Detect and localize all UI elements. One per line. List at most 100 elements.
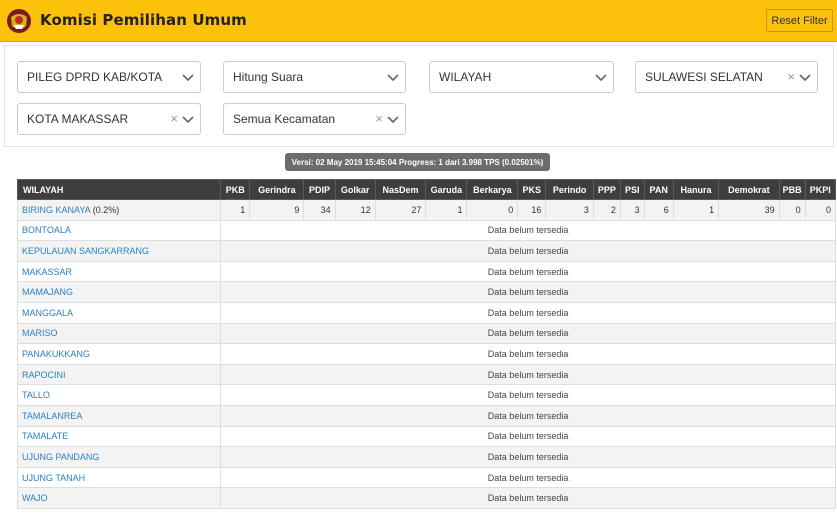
column-header: Hanura [672, 179, 720, 200]
region-link[interactable]: UJUNG TANAH [16, 466, 222, 489]
clear-icon[interactable]: × [170, 112, 178, 126]
table-row: TAMALANREA Data belum tersedia [16, 404, 836, 427]
region-link[interactable]: RAPOCINI [16, 363, 222, 386]
region-link[interactable]: MARISO [16, 322, 222, 345]
version-badge: Versi: 02 May 2019 15:45:04 Progress: 1 … [285, 153, 550, 171]
table-row: MANGGALA Data belum tersedia [16, 301, 836, 324]
vote-count: 1 [425, 199, 468, 221]
region-link[interactable]: KEPULAUAN SANGKARRANG [16, 240, 222, 262]
select-value: WILAYAH [439, 70, 492, 84]
no-data-cell: Data belum tersedia [220, 219, 836, 242]
table-row: WAJO Data belum tersedia [16, 487, 836, 509]
column-header: WILAYAH [16, 179, 222, 200]
table-row: RAPOCINI Data belum tersedia [16, 363, 836, 386]
vote-count: 3 [619, 199, 645, 221]
column-header: Perindo [545, 179, 594, 200]
column-header: PPP [592, 179, 621, 200]
province-select[interactable]: SULAWESI SELATAN × [635, 61, 818, 93]
column-header: Demokrat [718, 179, 780, 200]
vote-count: 1 [672, 199, 720, 221]
app-title: Komisi Pemilihan Umum [40, 11, 247, 29]
count-type-select[interactable]: Hitung Suara [223, 61, 406, 93]
district-select[interactable]: Semua Kecamatan × [223, 103, 406, 135]
column-header: Berkarya [466, 179, 519, 200]
no-data-cell: Data belum tersedia [220, 446, 836, 468]
no-data-cell: Data belum tersedia [220, 487, 836, 509]
vote-count: 16 [517, 199, 547, 221]
vote-count: 0 [778, 199, 806, 221]
region-link[interactable]: PANAKUKKANG [16, 343, 222, 365]
column-header: PKS [517, 179, 547, 200]
vote-count: 34 [303, 199, 336, 221]
region-link[interactable]: BIRING KANAYA (0.2%) [16, 199, 222, 221]
table-row: TALLO Data belum tersedia [16, 384, 836, 406]
no-data-cell: Data belum tersedia [220, 384, 836, 406]
election-type-select[interactable]: PILEG DPRD KAB/KOTA [17, 61, 201, 93]
region-link[interactable]: MAMAJANG [16, 281, 222, 303]
top-bar: Komisi Pemilihan Umum Reset Filter [0, 0, 837, 42]
vote-count: 6 [643, 199, 674, 221]
select-value: Semua Kecamatan [233, 112, 336, 126]
table-row: TAMALATE Data belum tersedia [16, 425, 836, 448]
chevron-down-icon [799, 74, 811, 82]
table-row: MAMAJANG Data belum tersedia [16, 281, 836, 303]
column-header: Garuda [425, 179, 468, 200]
region-link[interactable]: TAMALATE [16, 425, 222, 448]
vote-count: 27 [374, 199, 427, 221]
table-row: UJUNG PANDANG Data belum tersedia [16, 446, 836, 468]
results-table-body: BIRING KANAYA (0.2%) 1 9 34 12 27 1 0 16… [16, 199, 837, 509]
no-data-cell: Data belum tersedia [220, 281, 836, 303]
column-header: PBB [778, 179, 806, 200]
column-header: PKB [220, 179, 251, 200]
region-link[interactable]: MANGGALA [16, 301, 222, 324]
vote-count: 3 [545, 199, 594, 221]
column-header: NasDem [374, 179, 427, 200]
column-header: PAN [643, 179, 674, 200]
no-data-cell: Data belum tersedia [220, 363, 836, 386]
chevron-down-icon [595, 74, 607, 82]
region-link[interactable]: WAJO [16, 487, 222, 509]
region-name[interactable]: BIRING KANAYA [22, 205, 90, 215]
region-link[interactable]: TAMALANREA [16, 404, 222, 427]
column-header: PSI [619, 179, 645, 200]
region-link[interactable]: MAKASSAR [16, 260, 222, 283]
select-value: KOTA MAKASSAR [27, 112, 129, 126]
region-link[interactable]: UJUNG PANDANG [16, 446, 222, 468]
table-row: PANAKUKKANG Data belum tersedia [16, 343, 836, 365]
table-row: MAKASSAR Data belum tersedia [16, 260, 836, 283]
select-value: Hitung Suara [233, 70, 304, 84]
no-data-cell: Data belum tersedia [220, 466, 836, 489]
select-value: SULAWESI SELATAN [645, 70, 763, 84]
no-data-cell: Data belum tersedia [220, 260, 836, 283]
table-row: BIRING KANAYA (0.2%) 1 9 34 12 27 1 0 16… [16, 199, 837, 221]
column-header: PKPI [804, 179, 837, 200]
clear-icon[interactable]: × [375, 112, 383, 126]
chevron-down-icon [387, 74, 399, 82]
no-data-cell: Data belum tersedia [220, 343, 836, 365]
column-header: Gerindra [249, 179, 305, 200]
table-row: BONTOALA Data belum tersedia [16, 219, 836, 242]
chevron-down-icon [182, 116, 194, 124]
no-data-cell: Data belum tersedia [220, 425, 836, 448]
table-row: KEPULAUAN SANGKARRANG Data belum tersedia [16, 240, 836, 262]
vote-count: 0 [804, 199, 837, 221]
city-select[interactable]: KOTA MAKASSAR × [17, 103, 201, 135]
chevron-down-icon [182, 74, 194, 82]
table-row: UJUNG TANAH Data belum tersedia [16, 466, 836, 489]
no-data-cell: Data belum tersedia [220, 322, 836, 345]
no-data-cell: Data belum tersedia [220, 240, 836, 262]
column-header: Golkar [334, 179, 376, 200]
region-link[interactable]: BONTOALA [16, 219, 222, 242]
vote-count: 0 [466, 199, 519, 221]
chevron-down-icon [387, 116, 399, 124]
region-mode-select[interactable]: WILAYAH [429, 61, 614, 93]
clear-icon[interactable]: × [787, 70, 795, 84]
vote-count: 39 [718, 199, 780, 221]
no-data-cell: Data belum tersedia [220, 301, 836, 324]
kpu-logo-icon [7, 9, 31, 33]
results-table: WILAYAH PKB Gerindra PDIP Golkar NasDem … [16, 179, 837, 509]
column-header: PDIP [303, 179, 336, 200]
table-row: MARISO Data belum tersedia [16, 322, 836, 345]
reset-filter-button[interactable]: Reset Filter [766, 9, 833, 32]
region-link[interactable]: TALLO [16, 384, 222, 406]
